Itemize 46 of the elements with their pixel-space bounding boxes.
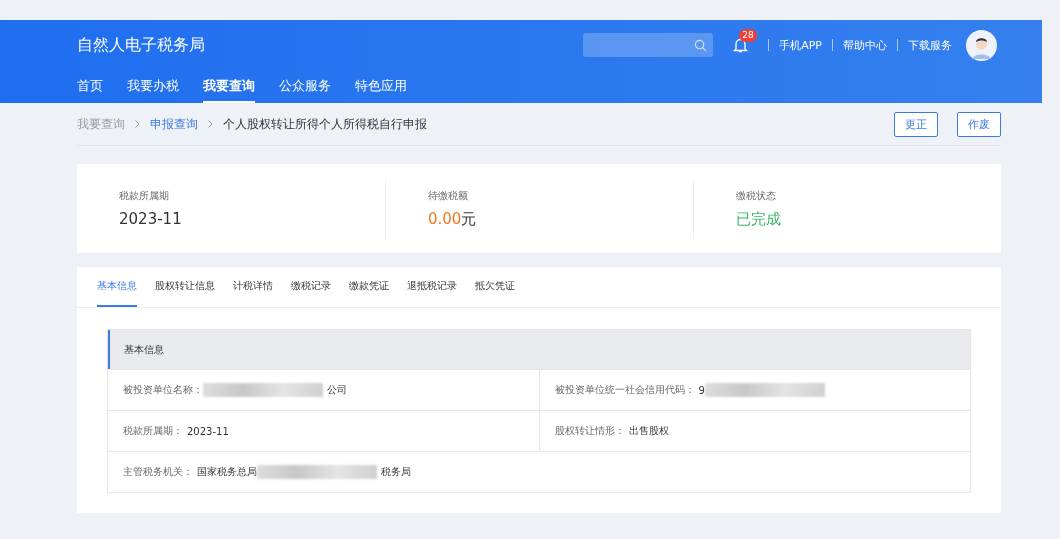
site-title: 自然人电子税务局 <box>77 34 206 56</box>
tab[interactable]: 抵欠凭证 <box>475 267 515 307</box>
field-value: 9 <box>698 384 705 396</box>
summary-value: 已完成 <box>736 209 782 229</box>
tab[interactable]: 缴款凭证 <box>349 267 389 307</box>
breadcrumb-current: 个人股权转让所得个人所得税自行申报 <box>223 115 427 133</box>
field-label: 税款所属期： <box>123 424 183 438</box>
search-icon[interactable] <box>694 38 708 52</box>
breadcrumb-link[interactable]: 申报查询 <box>150 115 198 133</box>
nav-tab[interactable]: 首页 <box>77 70 103 103</box>
notification-badge: 28 <box>739 29 757 42</box>
tab[interactable]: 股权转让信息 <box>155 267 215 307</box>
section-title: 基本信息 <box>108 330 970 369</box>
field-value: 国家税务总局 <box>197 465 257 479</box>
header-link[interactable]: 下载服务 <box>908 37 952 53</box>
breadcrumb-link[interactable]: 我要查询 <box>77 115 125 133</box>
field-label: 被投资单位名称： <box>123 383 203 397</box>
nav-tab[interactable]: 公众服务 <box>279 70 331 103</box>
summary-value: 2023-11 <box>119 210 183 228</box>
field-label: 主管税务机关： <box>123 465 193 479</box>
tab[interactable]: 计税详情 <box>233 267 273 307</box>
chevron-icon <box>135 120 140 128</box>
tab[interactable]: 缴税记录 <box>291 267 331 307</box>
search-field[interactable] <box>583 33 714 57</box>
bell-icon[interactable] <box>733 37 749 53</box>
field-label: 股权转让情形： <box>554 424 625 438</box>
field-label: 被投资单位统一社会信用代码： <box>554 383 695 397</box>
chevron-icon <box>208 120 213 128</box>
field-value: 公司 <box>327 383 347 397</box>
header-link[interactable]: 帮助中心 <box>843 37 887 53</box>
nav-tab[interactable]: 我要办税 <box>127 70 179 103</box>
field-value: 税务局 <box>381 465 411 479</box>
nav-tab[interactable]: 我要查询 <box>203 70 255 103</box>
tab[interactable]: 退抵税记录 <box>407 267 457 307</box>
tab[interactable]: 基本信息 <box>97 267 137 307</box>
action-button[interactable]: 作废 <box>957 111 1001 137</box>
summary-value: 0.00元 <box>428 209 478 229</box>
summary-label: 待缴税额 <box>428 188 469 203</box>
action-button[interactable]: 更正 <box>894 111 938 137</box>
avatar-icon[interactable] <box>966 29 997 61</box>
nav-tab[interactable]: 特色应用 <box>355 70 407 103</box>
header-link[interactable]: 手机APP <box>779 37 822 53</box>
field-value: 2023-11 <box>187 425 229 437</box>
summary-label: 税款所属期 <box>119 189 170 203</box>
summary-label: 缴税状态 <box>736 188 777 203</box>
field-value: 出售股权 <box>628 424 669 438</box>
